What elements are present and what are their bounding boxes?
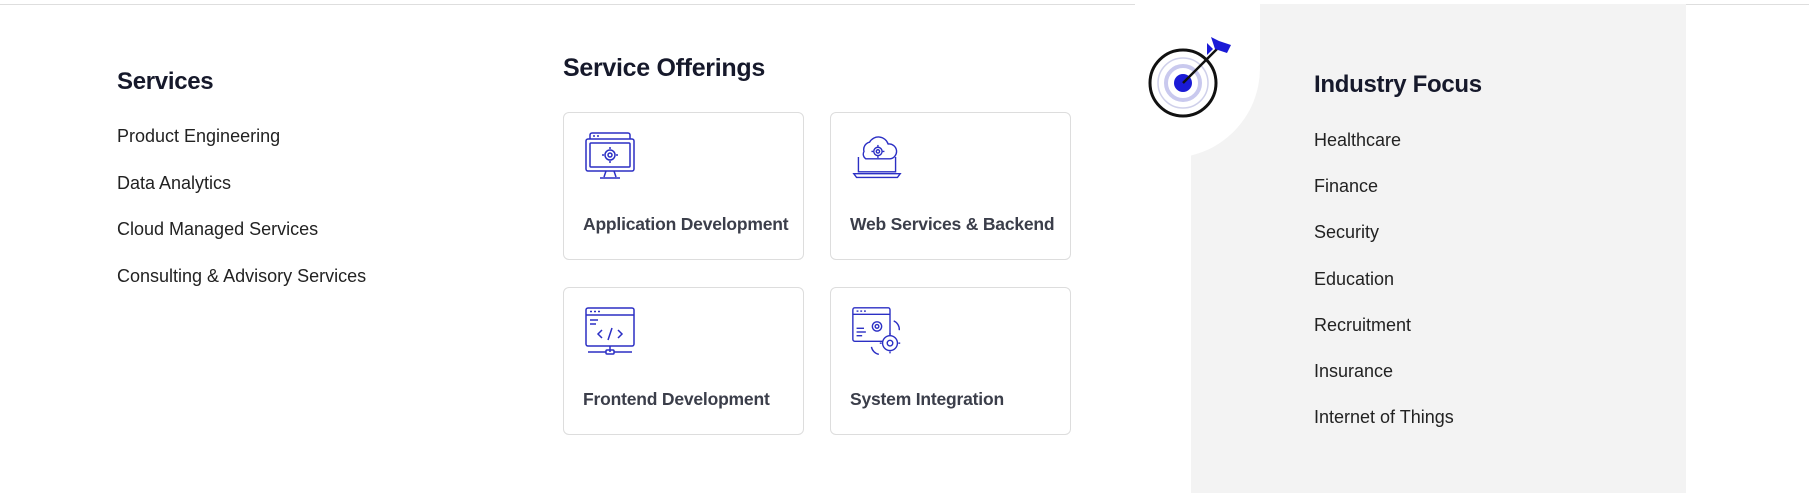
industry-list: Healthcare Finance Security Education Re… [1314,129,1644,452]
offering-label: System Integration [850,389,1004,409]
offerings-section: Service Offerings Application Developmen… [563,54,1083,435]
industry-item-healthcare[interactable]: Healthcare [1314,129,1644,175]
offerings-heading: Service Offerings [563,54,765,82]
industry-item-insurance[interactable]: Insurance [1314,360,1644,406]
services-list: Product Engineering Data Analytics Cloud… [117,125,437,311]
code-monitor-icon [585,307,635,355]
industry-item-security[interactable]: Security [1314,221,1644,267]
services-heading: Services [117,68,214,95]
offering-card-web-services[interactable]: Web Services & Backend [830,112,1071,260]
offering-label: Web Services & Backend [850,214,1055,234]
services-item-data-analytics[interactable]: Data Analytics [117,172,437,219]
industry-item-recruitment[interactable]: Recruitment [1314,314,1644,360]
monitor-gear-icon [585,132,635,179]
offering-card-application-development[interactable]: Application Development [563,112,804,260]
industry-item-iot[interactable]: Internet of Things [1314,406,1644,452]
industry-item-finance[interactable]: Finance [1314,175,1644,221]
cloud-laptop-icon [852,136,902,179]
target-arrow-icon [1148,37,1231,118]
services-item-cloud-managed[interactable]: Cloud Managed Services [117,218,437,265]
services-item-consulting[interactable]: Consulting & Advisory Services [117,265,437,312]
offering-label: Application Development [583,214,789,234]
industry-item-education[interactable]: Education [1314,268,1644,314]
offering-card-system-integration[interactable]: System Integration [830,287,1071,435]
services-item-product-engineering[interactable]: Product Engineering [117,125,437,172]
offering-card-frontend-development[interactable]: Frontend Development [563,287,804,435]
offering-label: Frontend Development [583,389,770,409]
window-gears-icon [852,307,901,355]
industry-heading: Industry Focus [1314,71,1482,98]
services-section: Services Product Engineering Data Analyt… [117,68,437,311]
industry-section: Industry Focus Healthcare Finance Securi… [1314,71,1644,452]
